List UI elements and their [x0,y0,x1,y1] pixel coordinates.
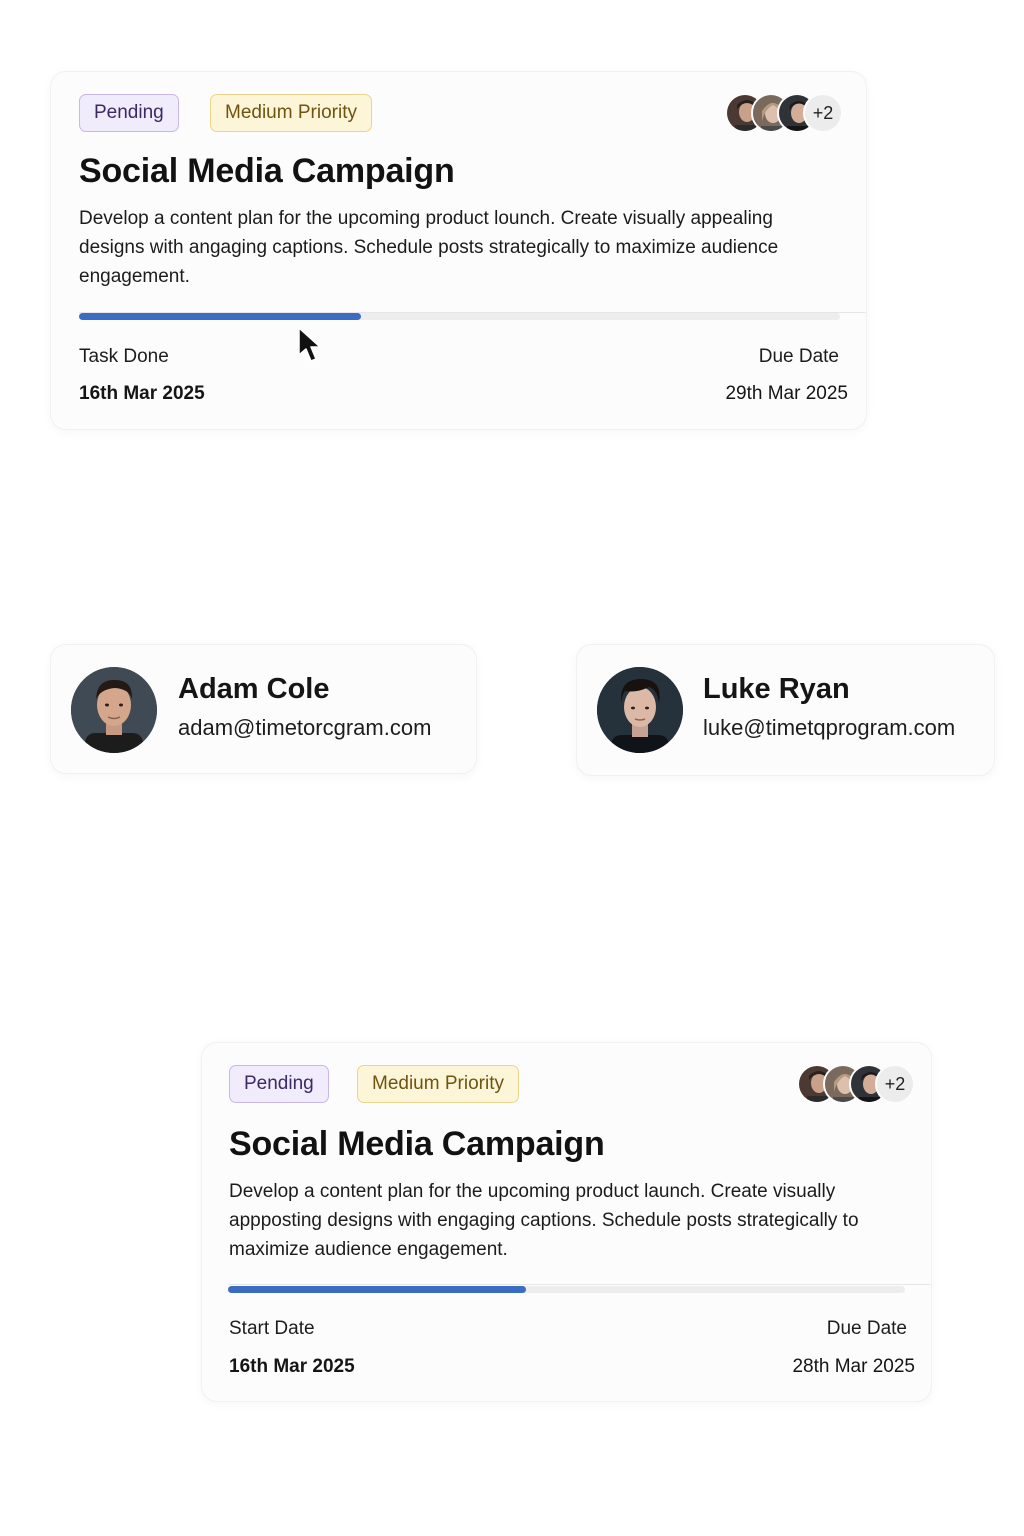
progress-bar [228,1286,905,1293]
more-members-count: +2 [803,93,843,133]
member-avatars[interactable]: +2 [725,93,843,133]
priority-badge: Medium Priority [210,94,372,132]
status-badge: Pending [229,1065,329,1103]
start-date-value: 16th Mar 2025 [79,383,205,404]
user-avatar-icon [71,667,157,753]
mouse-pointer-icon [298,327,321,362]
start-date-value: 16th Mar 2025 [229,1356,355,1377]
due-date-value: 29th Mar 2025 [725,383,848,404]
user-card[interactable]: Luke Ryan luke@timetqprogram.com [576,644,995,776]
user-name: Adam Cole [178,673,330,705]
divider [228,1284,931,1285]
status-badge: Pending [79,94,179,132]
start-date-label: Start Date [229,1318,315,1339]
due-date-value: 28th Mar 2025 [792,1356,915,1377]
user-email[interactable]: adam@timetorcgram.com [178,715,431,741]
priority-badge: Medium Priority [357,1065,519,1103]
start-date-label: Task Done [79,346,169,367]
card-title: Social Media Campaign [229,1125,605,1163]
user-card[interactable]: Adam Cole adam@timetorcgram.com [50,644,477,774]
card-title: Social Media Campaign [79,152,455,190]
user-email[interactable]: luke@timetqprogram.com [703,715,955,741]
progress-fill [79,313,361,320]
due-date-label: Due Date [826,1318,907,1339]
page: Pending Medium Priority +2 Social Media … [0,0,1024,1536]
task-card[interactable]: Pending Medium Priority +2 Social Media … [201,1042,932,1402]
more-members-count: +2 [875,1064,915,1104]
user-avatar-icon [597,667,683,753]
progress-bar [79,313,840,320]
card-description: Develop a content plan for the upcoming … [79,208,779,287]
task-card[interactable]: Pending Medium Priority +2 Social Media … [50,71,867,430]
progress-fill [228,1286,526,1293]
card-description: Develop a content plan for the upcoming … [229,1181,859,1260]
user-name: Luke Ryan [703,673,850,705]
due-date-label: Due Date [758,346,839,367]
member-avatars[interactable]: +2 [797,1064,915,1104]
